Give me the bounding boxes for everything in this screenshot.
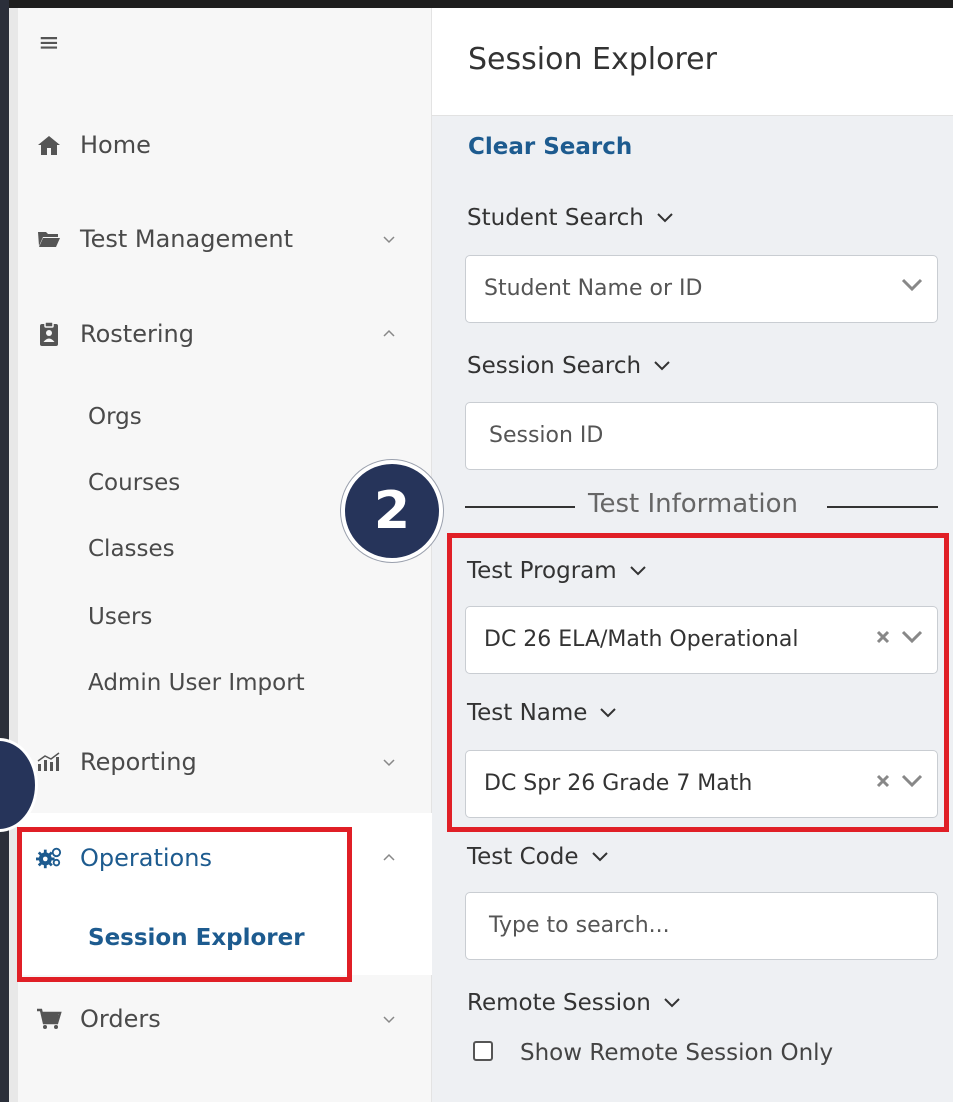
clipboard-icon	[36, 321, 62, 346]
cart-icon	[36, 1007, 62, 1031]
test-code-input[interactable]: Type to search...	[465, 892, 938, 960]
sidebar-subitem-users[interactable]: Users	[88, 604, 152, 630]
sidebar-item-label: Home	[80, 131, 151, 159]
chevron-down-icon	[664, 998, 680, 1008]
sidebar-item-label: Rostering	[80, 320, 194, 348]
sidebar-item-home[interactable]: Home	[18, 115, 432, 175]
remote-session-label: Remote Session	[467, 990, 651, 1016]
window-frame-top	[0, 0, 953, 8]
divider-left	[465, 506, 575, 508]
session-search-label: Session Search	[467, 353, 642, 379]
remote-session-toggle[interactable]: Remote Session	[467, 990, 681, 1016]
step-badge: 2	[341, 460, 443, 562]
window-frame-left	[0, 0, 9, 1102]
test-code-placeholder: Type to search...	[489, 913, 670, 938]
chevron-up-icon	[383, 853, 395, 861]
sidebar-item-test-management[interactable]: Test Management	[18, 209, 432, 269]
operations-highlight-box	[17, 827, 352, 982]
divider-right	[827, 506, 938, 508]
sidebar-item-label: Orders	[80, 1005, 161, 1033]
chevron-down-icon	[657, 213, 673, 223]
sidebar-item-label: Reporting	[80, 748, 197, 776]
student-search-label: Student Search	[467, 205, 644, 231]
test-code-toggle[interactable]: Test Code	[467, 844, 609, 870]
session-id-placeholder: Session ID	[489, 423, 604, 448]
test-information-heading: Test Information	[588, 489, 798, 519]
chevron-down-icon[interactable]	[901, 278, 923, 292]
sidebar-subitem-classes[interactable]: Classes	[88, 536, 175, 562]
sidebar-item-reporting[interactable]: Reporting	[18, 732, 432, 792]
page-header: Session Explorer	[432, 8, 953, 116]
sidebar-item-label: Test Management	[80, 225, 293, 253]
sidebar-subitem-courses[interactable]: Courses	[88, 470, 180, 496]
session-search-toggle[interactable]: Session Search	[467, 353, 671, 379]
sidebar-item-orders[interactable]: Orders	[18, 989, 432, 1049]
chevron-down-icon	[654, 361, 670, 371]
page-title: Session Explorer	[468, 42, 717, 77]
home-icon	[36, 133, 62, 157]
student-search-placeholder: Student Name or ID	[484, 276, 703, 301]
test-information-highlight-box	[447, 533, 949, 832]
chevron-down-icon	[383, 759, 395, 767]
hamburger-menu-icon[interactable]: ≡	[38, 30, 60, 56]
session-id-input[interactable]: Session ID	[465, 402, 938, 470]
student-search-select[interactable]: Student Name or ID	[465, 255, 938, 323]
sidebar-item-rostering[interactable]: Rostering	[18, 304, 432, 364]
remote-session-checkbox[interactable]	[473, 1041, 493, 1061]
sidebar-subitem-orgs[interactable]: Orgs	[88, 404, 142, 430]
folder-icon	[36, 227, 62, 251]
chevron-down-icon	[383, 1016, 395, 1024]
bar-chart-icon	[36, 750, 62, 774]
chevron-down-icon	[383, 236, 395, 244]
test-code-label: Test Code	[467, 844, 579, 870]
remote-session-checkbox-label[interactable]: Show Remote Session Only	[520, 1040, 833, 1066]
sidebar-subitem-admin-user-import[interactable]: Admin User Import	[88, 670, 305, 696]
chevron-down-icon	[591, 852, 608, 862]
student-search-toggle[interactable]: Student Search	[467, 205, 674, 231]
clear-search-link[interactable]: Clear Search	[468, 134, 632, 160]
chevron-up-icon	[383, 329, 395, 337]
